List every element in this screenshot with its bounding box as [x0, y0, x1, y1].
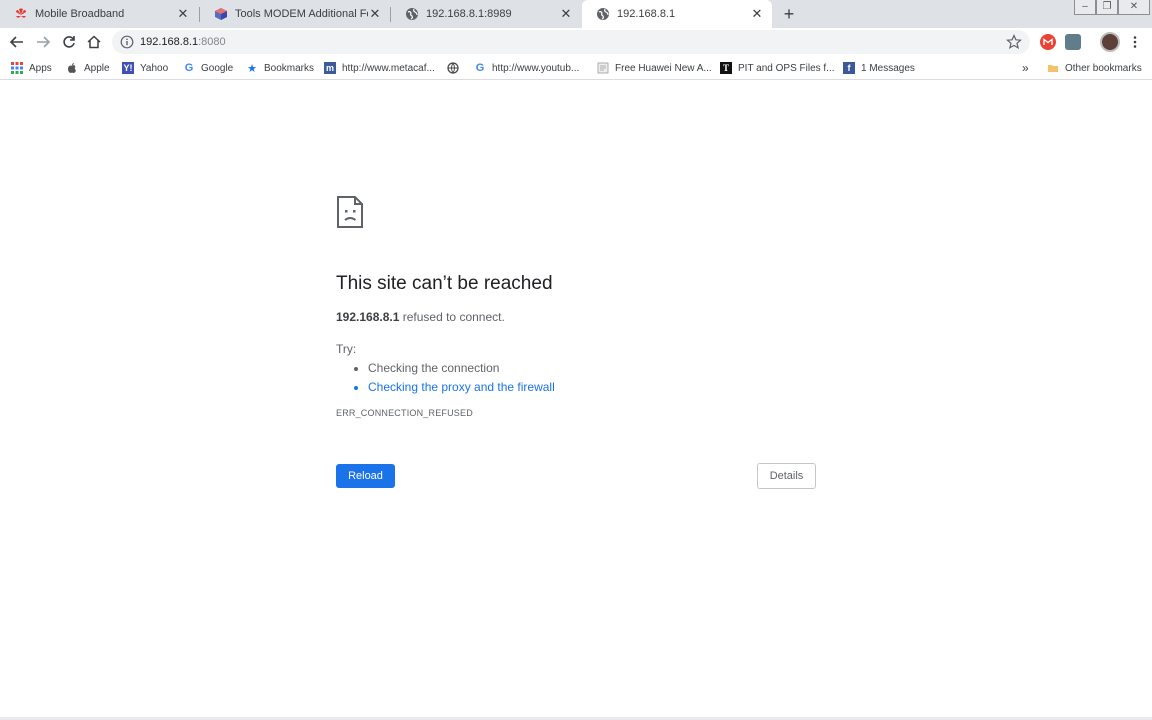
sad-document-icon [337, 196, 363, 228]
tab-strip: Mobile Broadband ✕ Tools MODEM Additiona… [0, 0, 1152, 28]
menu-button[interactable] [1125, 32, 1145, 52]
other-bookmarks[interactable]: Other bookmarks [1047, 60, 1142, 76]
suggestion-link-proxy-firewall[interactable]: Checking the proxy and the firewall [368, 380, 816, 394]
close-tab-icon[interactable]: ✕ [750, 7, 764, 21]
star-icon: ★ [247, 62, 257, 75]
close-window-icon[interactable]: ✕ [1118, 0, 1150, 15]
restore-icon[interactable]: ❐ [1096, 0, 1118, 15]
tab-192-168-8-1-8989[interactable]: 192.168.8.1:8989 ✕ [391, 0, 581, 28]
back-button[interactable] [7, 32, 27, 52]
arrow-left-icon [10, 36, 23, 48]
bookmark-apps[interactable]: Apps [11, 60, 52, 76]
tab-192-168-8-1[interactable]: 192.168.8.1 ✕ [582, 0, 772, 28]
error-code: ERR_CONNECTION_REFUSED [336, 408, 473, 418]
bookmark-web[interactable] [447, 60, 465, 76]
home-button[interactable] [84, 32, 104, 52]
globe-icon [406, 8, 418, 20]
error-message: 192.168.8.1 refused to connect. [336, 310, 816, 324]
tab-title: Tools MODEM Additional Featur [235, 8, 368, 20]
google-icon: G [184, 62, 194, 74]
profile-avatar[interactable] [1100, 32, 1120, 52]
gmail-extension-icon[interactable] [1040, 34, 1056, 50]
bookmark-metacafe[interactable]: m http://www.metacaf... [324, 60, 435, 76]
facebook-icon: f [843, 62, 855, 74]
extension-icon[interactable] [1065, 34, 1081, 50]
new-tab-button[interactable]: + [779, 4, 799, 24]
bookmark-label: Apps [29, 62, 52, 74]
tab-tools-modem[interactable]: Tools MODEM Additional Featur ✕ [200, 0, 390, 28]
apps-grid-icon [11, 62, 23, 74]
error-detail: refused to connect. [399, 310, 505, 324]
google-icon: G [475, 62, 485, 74]
home-icon [87, 35, 101, 49]
t-logo-icon: T [720, 62, 732, 74]
bookmark-label: 1 Messages [861, 62, 915, 74]
error-host: 192.168.8.1 [336, 310, 400, 324]
bookmark-google[interactable]: G Google [183, 60, 234, 76]
bookmark-label: Yahoo [140, 62, 169, 74]
bookmark-label: http://www.metacaf... [342, 62, 435, 74]
info-icon[interactable] [120, 35, 134, 49]
window-controls: – ❐ ✕ [1074, 0, 1150, 16]
address-bar[interactable]: 192.168.8.1:8080 [112, 30, 1030, 54]
details-button[interactable]: Details [757, 463, 816, 489]
url-host: 192.168.8.1 [140, 36, 199, 48]
bookmark-star-icon[interactable] [1006, 34, 1022, 50]
close-tab-icon[interactable]: ✕ [176, 7, 190, 21]
tab-title: 192.168.8.1:8989 [426, 8, 512, 20]
bookmark-yahoo[interactable]: Y! Yahoo [122, 60, 168, 76]
page-icon [597, 62, 609, 74]
mail-icon [1043, 38, 1053, 45]
tab-mobile-broadband[interactable]: Mobile Broadband ✕ [0, 0, 198, 28]
bookmark-free-huawei[interactable]: Free Huawei New A... [597, 60, 712, 76]
tab-title: Mobile Broadband [35, 8, 125, 20]
close-tab-icon[interactable]: ✕ [368, 7, 382, 21]
suggestion-item: Checking the connection [368, 361, 816, 375]
arrow-right-icon [37, 36, 50, 48]
suggestions: Try: Checking the connection Checking th… [336, 342, 816, 394]
url-port: :8080 [198, 36, 226, 48]
reload-toolbar-button[interactable] [59, 32, 79, 52]
error-panel: This site can’t be reached 192.168.8.1 r… [336, 195, 816, 418]
bookmark-pit-ops[interactable]: T PIT and OPS Files f... [720, 60, 835, 76]
bookmark-label: http://www.youtub... [492, 62, 580, 74]
apple-icon [67, 63, 76, 73]
metacafe-icon: m [324, 62, 336, 74]
minimize-icon[interactable]: – [1074, 0, 1096, 15]
bookmark-label: Google [201, 62, 234, 74]
huawei-logo-icon [16, 8, 26, 18]
refresh-icon [63, 36, 75, 48]
bookmark-bookmarks[interactable]: ★ Bookmarks [246, 60, 314, 76]
close-tab-icon[interactable]: ✕ [559, 7, 573, 21]
chevron-double-right-icon: » [1022, 61, 1029, 75]
bookmark-label: PIT and OPS Files f... [738, 62, 835, 74]
bookmarks-bar: Apps Apple Y! Yahoo G Google ★ Bookmarks… [0, 56, 1152, 80]
bookmark-messages[interactable]: f 1 Messages [843, 60, 915, 76]
more-vert-icon [1133, 36, 1137, 48]
bookmark-label: Bookmarks [264, 62, 315, 74]
yahoo-icon: Y! [122, 62, 134, 74]
error-title: This site can’t be reached [336, 273, 553, 294]
reload-button[interactable]: Reload [336, 464, 395, 488]
tab-title: 192.168.8.1 [617, 8, 676, 20]
bookmark-label: Apple [84, 62, 110, 74]
bookmarks-overflow-button[interactable]: » [1022, 60, 1029, 76]
folder-icon [1048, 65, 1058, 72]
bookmark-label: Free Huawei New A... [615, 62, 712, 74]
bookmark-label: Other bookmarks [1065, 62, 1142, 74]
toolbar: 192.168.8.1:8080 [0, 28, 1152, 56]
cube-icon [215, 8, 227, 20]
try-label: Try: [336, 342, 357, 356]
bookmark-apple[interactable]: Apple [66, 60, 110, 76]
forward-button[interactable] [33, 32, 53, 52]
bookmark-youtube[interactable]: G http://www.youtub... [474, 60, 580, 76]
globe-icon [597, 8, 609, 20]
web-icon [447, 62, 459, 74]
